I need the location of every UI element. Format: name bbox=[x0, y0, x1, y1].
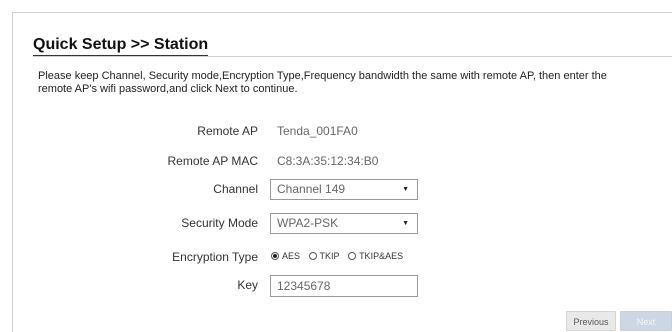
channel-selected-value: Channel 149 bbox=[277, 182, 346, 196]
channel-select[interactable]: Channel 149 ▼ bbox=[270, 179, 418, 200]
key-input[interactable]: 12345678 bbox=[270, 275, 418, 297]
radio-option-tkip-aes[interactable]: TKIP&AES bbox=[348, 251, 403, 261]
radio-unselected-icon[interactable] bbox=[308, 252, 317, 260]
key-row: Key 12345678 bbox=[0, 275, 672, 297]
remote-ap-row: Remote AP Tenda_001FA0 bbox=[0, 121, 672, 143]
radio-selected-icon[interactable] bbox=[271, 252, 279, 260]
radio-label-tkip-aes: TKIP&AES bbox=[359, 251, 404, 261]
channel-label: Channel bbox=[213, 182, 258, 196]
title-divider bbox=[33, 56, 672, 57]
radio-label-aes: AES bbox=[282, 251, 301, 261]
radio-unselected-icon[interactable] bbox=[348, 252, 357, 260]
encryption-type-label: Encryption Type bbox=[172, 250, 258, 264]
caret-down-icon: ▼ bbox=[402, 220, 409, 227]
radio-option-aes[interactable]: AES bbox=[271, 251, 300, 261]
radio-option-tkip[interactable]: TKIP bbox=[308, 251, 340, 261]
key-label: Key bbox=[237, 278, 258, 292]
remote-ap-mac-label: Remote AP MAC bbox=[167, 154, 258, 168]
remote-ap-label: Remote AP bbox=[197, 124, 258, 138]
security-mode-select[interactable]: WPA2-PSK ▼ bbox=[270, 213, 418, 234]
caret-down-icon: ▼ bbox=[402, 186, 409, 193]
remote-ap-value: Tenda_001FA0 bbox=[277, 124, 358, 138]
key-input-value: 12345678 bbox=[277, 279, 331, 293]
next-button[interactable]: Next bbox=[620, 311, 672, 331]
encryption-type-radio-group: AES TKIP TKIP&AES bbox=[271, 251, 409, 261]
page-title: Quick Setup >> Station bbox=[33, 36, 209, 57]
security-mode-label: Security Mode bbox=[181, 216, 258, 230]
encryption-type-row: Encryption Type AES TKIP TKIP&AES bbox=[0, 247, 672, 269]
radio-label-tkip: TKIP bbox=[319, 251, 340, 261]
security-mode-selected-value: WPA2-PSK bbox=[277, 216, 339, 230]
remote-ap-mac-value: C8:3A:35:12:34:B0 bbox=[277, 154, 379, 168]
security-mode-row: Security Mode WPA2-PSK ▼ bbox=[0, 213, 672, 235]
channel-row: Channel Channel 149 ▼ bbox=[0, 179, 672, 201]
previous-button[interactable]: Previous bbox=[566, 311, 616, 331]
instructions-text: Please keep Channel, Security mode,Encry… bbox=[38, 70, 607, 95]
remote-ap-mac-row: Remote AP MAC C8:3A:35:12:34:B0 bbox=[0, 151, 672, 173]
